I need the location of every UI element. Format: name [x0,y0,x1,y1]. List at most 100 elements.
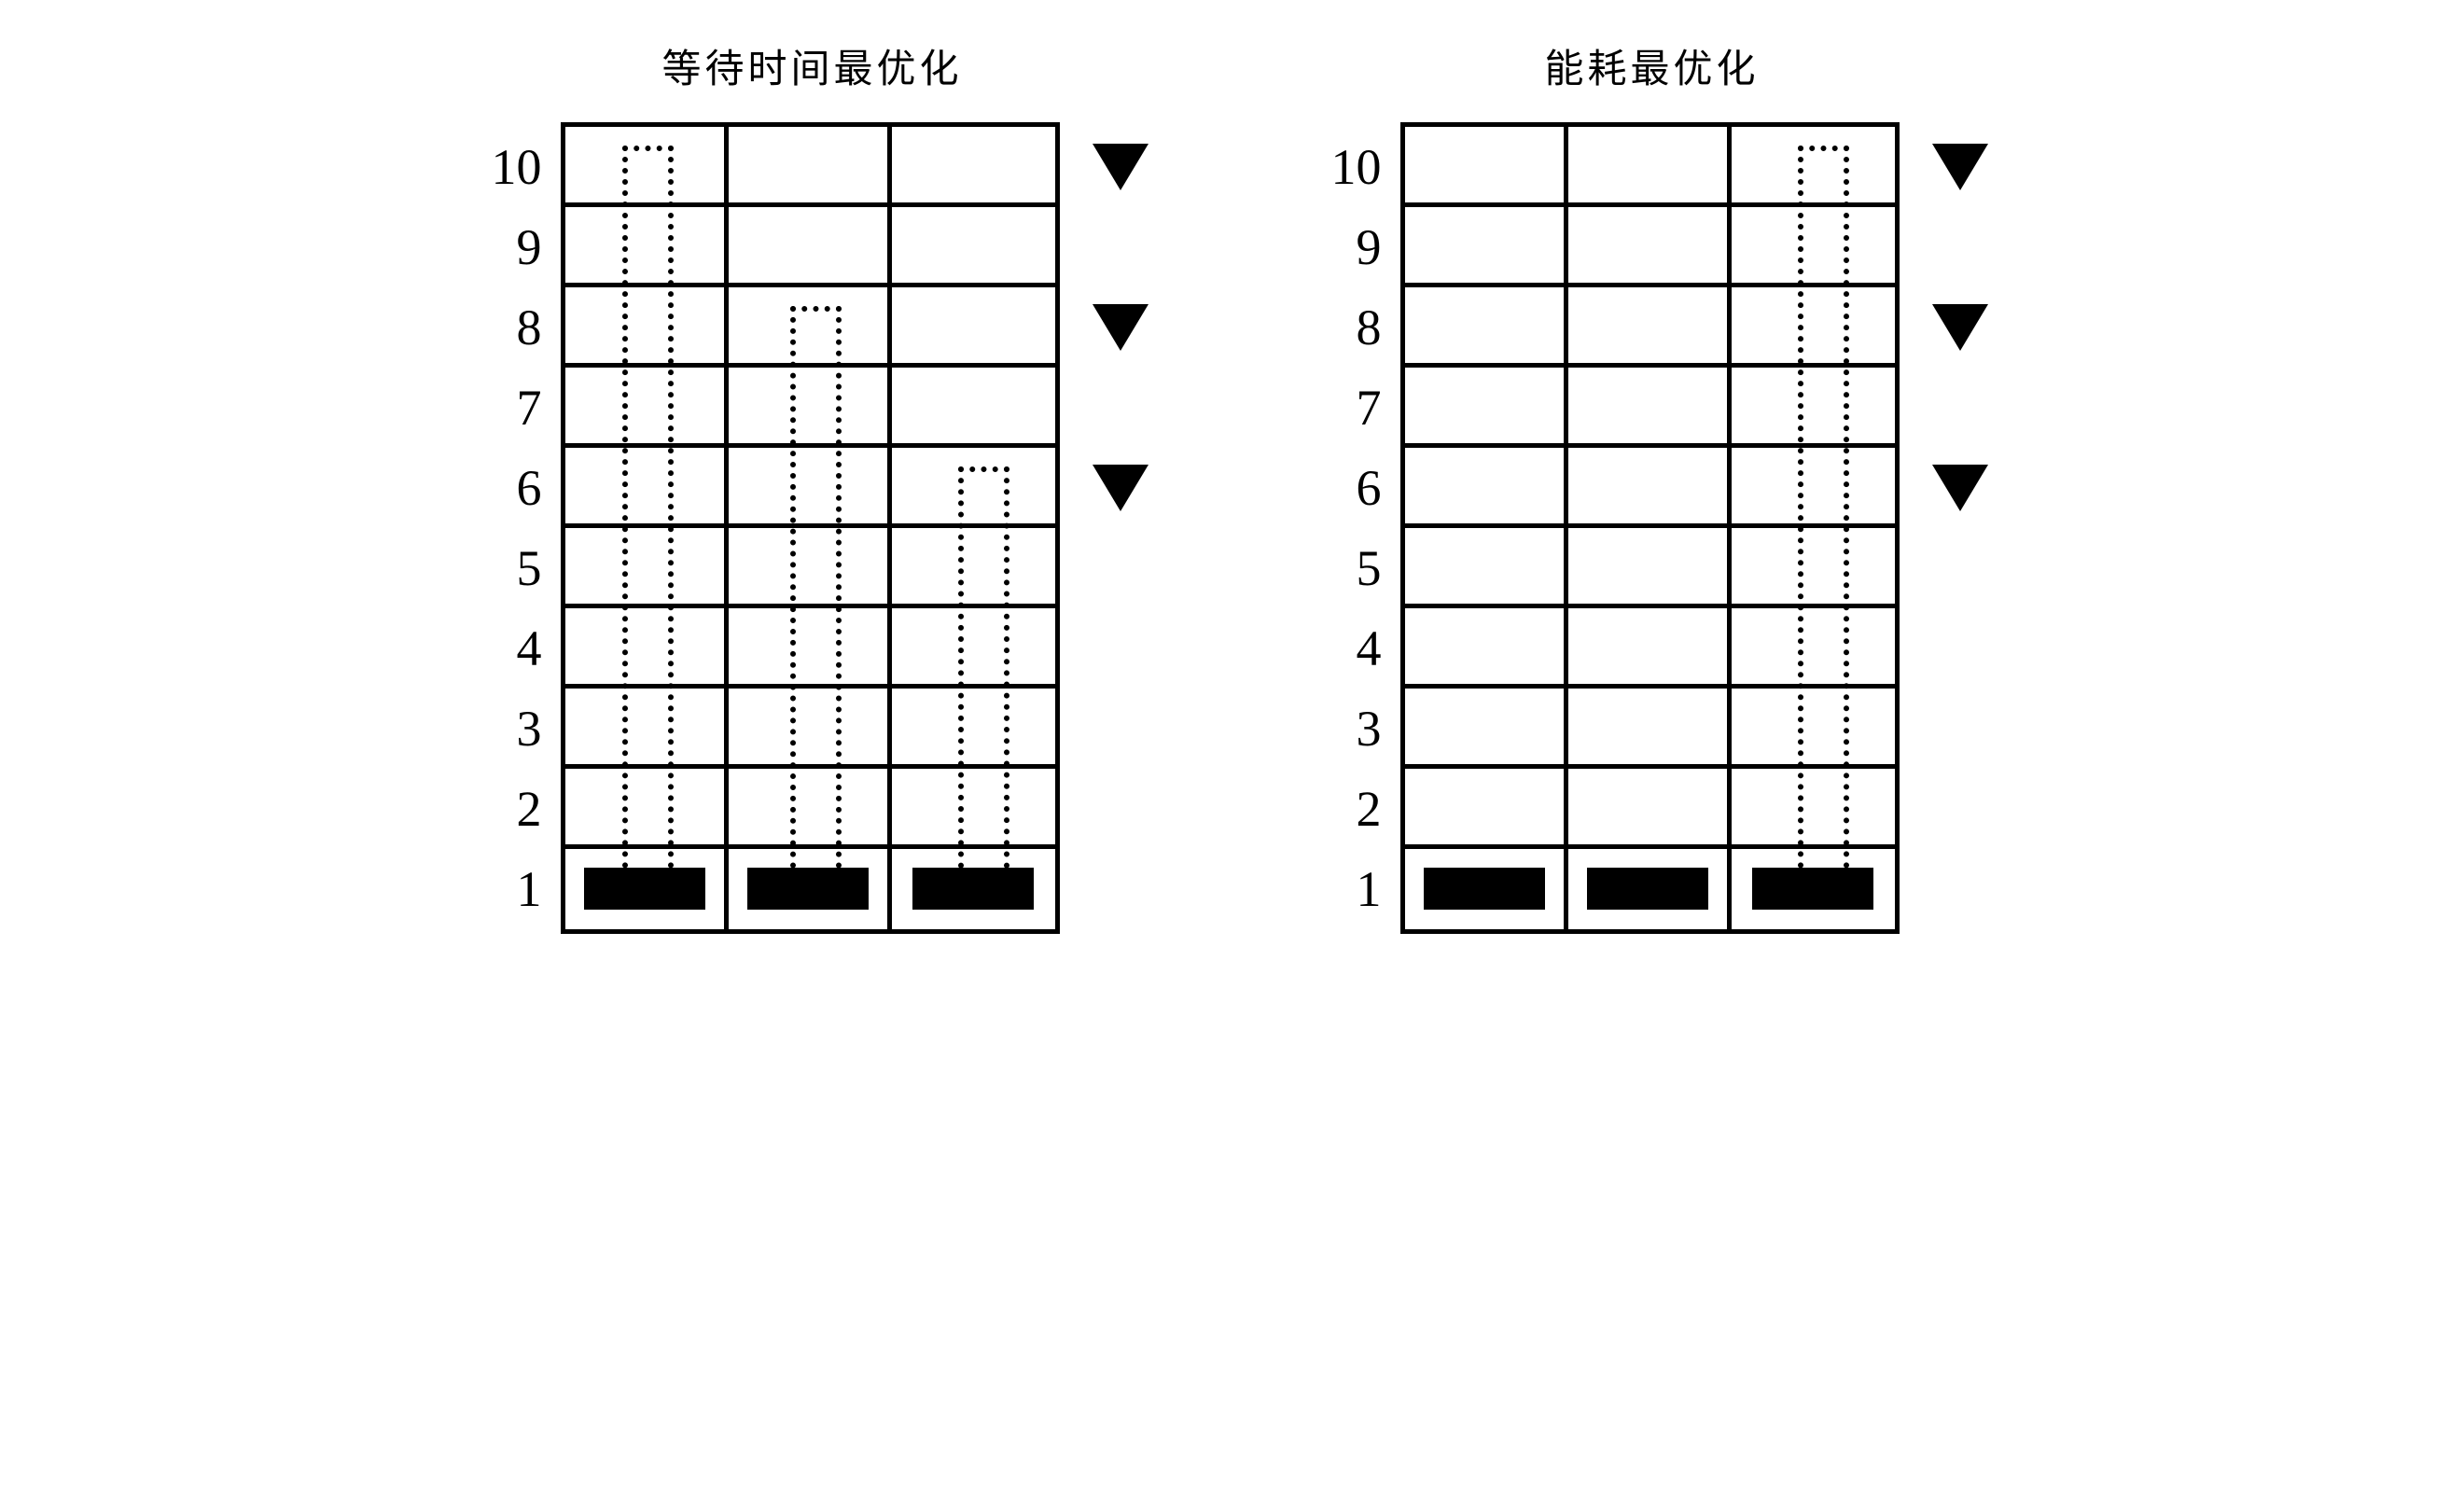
grid-wrap [561,122,1060,934]
grid-cell [729,127,892,202]
grid-cell [1732,849,1895,929]
grid-cell [565,689,729,764]
grid-cell [1405,849,1568,929]
building-grid [1400,122,1900,934]
down-arrow-icon [1093,304,1148,351]
grid-row [1405,769,1895,849]
floor-label: 6 [477,448,542,528]
grid-cell [1568,528,1732,604]
grid-cell [1405,127,1568,202]
grid-row [1405,528,1895,608]
grid-cell [892,127,1055,202]
grid-row [565,448,1055,528]
grid-cell [1405,368,1568,443]
grid-cell [892,287,1055,363]
grid-cell [565,608,729,684]
grid-cell [729,689,892,764]
floor-label: 3 [1316,689,1382,769]
grid-cell [565,368,729,443]
chart-row: 10 9 8 7 6 5 4 3 2 1 [1316,122,1988,934]
grid-row [565,127,1055,207]
grid-cell [729,769,892,844]
grid-row [1405,368,1895,448]
grid-row [1405,689,1895,769]
grid-row [1405,849,1895,929]
grid-row [565,689,1055,769]
grid-cell [892,769,1055,844]
floor-label: 10 [1316,127,1382,207]
floor-label: 6 [1316,448,1382,528]
grid-cell [1568,368,1732,443]
grid-cell [1568,127,1732,202]
grid-cell [729,368,892,443]
grid-cell [565,448,729,523]
grid-cell [1568,849,1732,929]
panel-wait-optimization: 等待时间最优化 10 9 8 7 6 5 4 3 2 1 [477,37,1148,934]
down-arrow-icon [1093,465,1148,511]
grid-cell [729,608,892,684]
call-markers [1932,127,1988,929]
floor-label: 9 [477,207,542,287]
grid-cell [729,287,892,363]
grid-cell [565,287,729,363]
down-arrow-icon [1093,144,1148,190]
floor-labels: 10 9 8 7 6 5 4 3 2 1 [1316,127,1382,929]
floor-label: 2 [1316,769,1382,849]
floor-label: 5 [1316,528,1382,608]
grid-cell [1405,769,1568,844]
grid-cell [1732,287,1895,363]
panel-title: 等待时间最优化 [661,37,962,94]
grid-cell [892,448,1055,523]
grid-cell [1732,448,1895,523]
grid-row [565,287,1055,368]
grid-row [565,769,1055,849]
panel-title: 能耗最优化 [1544,37,1759,94]
elevator-icon [912,868,1034,910]
grid-cell [892,608,1055,684]
grid-cell [729,528,892,604]
floor-label: 7 [1316,368,1382,448]
grid-cell [1405,689,1568,764]
grid-cell [1568,287,1732,363]
grid-row [1405,207,1895,287]
grid-cell [1732,689,1895,764]
floor-label: 1 [477,849,542,929]
chart-row: 10 9 8 7 6 5 4 3 2 1 [477,122,1148,934]
grid-cell [892,528,1055,604]
grid-cell [729,207,892,283]
grid-cell [892,689,1055,764]
grid-cell [565,528,729,604]
grid-row [1405,448,1895,528]
floor-label: 4 [1316,608,1382,689]
grid-cell [1405,608,1568,684]
floor-label: 5 [477,528,542,608]
grid-row [565,368,1055,448]
floor-label: 3 [477,689,542,769]
grid-cell [1568,448,1732,523]
grid-wrap [1400,122,1900,934]
grid-cell [729,849,892,929]
grid-cell [729,448,892,523]
grid-cell [1405,207,1568,283]
floor-label: 10 [477,127,542,207]
floor-label: 8 [1316,287,1382,368]
grid-cell [1568,689,1732,764]
grid-cell [1732,528,1895,604]
down-arrow-icon [1932,465,1988,511]
elevator-icon [1752,868,1873,910]
grid-cell [1405,528,1568,604]
floor-label: 4 [477,608,542,689]
down-arrow-icon [1932,144,1988,190]
elevator-icon [584,868,705,910]
panel-energy-optimization: 能耗最优化 10 9 8 7 6 5 4 3 2 1 [1316,37,1988,934]
grid-cell [1732,769,1895,844]
elevator-icon [747,868,869,910]
grid-cell [1732,608,1895,684]
grid-cell [565,849,729,929]
elevator-icon [1424,868,1545,910]
grid-cell [1568,769,1732,844]
floor-label: 9 [1316,207,1382,287]
grid-cell [565,207,729,283]
grid-row [565,528,1055,608]
floor-label: 7 [477,368,542,448]
